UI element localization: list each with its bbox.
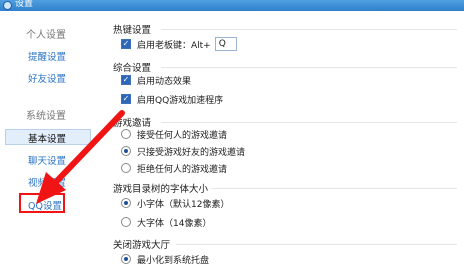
sidebar-group-personal: 个人设置 bbox=[26, 30, 66, 41]
dynamic-effects-label: 启用动态效果 bbox=[137, 76, 192, 87]
app-icon bbox=[3, 1, 12, 10]
qq-accel-label: 启用QQ游戏加速程序 bbox=[137, 95, 224, 106]
invite-reject-label: 拒绝任何人的游戏邀请 bbox=[137, 164, 228, 175]
font-small-label: 小字体（默认12像素） bbox=[137, 199, 230, 210]
qq-accel-option: ✓ 启用QQ游戏加速程序 bbox=[121, 93, 224, 106]
sidebar-item-chat[interactable]: 聊天设置 bbox=[28, 153, 66, 167]
section-general-line bbox=[161, 67, 457, 68]
settings-panel: 热键设置 ✓ 启用老板键：Alt+ Q 综合设置 ✓ 启用动态效果 ✓ 启用QQ… bbox=[101, 11, 464, 268]
section-general-title: 综合设置 bbox=[113, 63, 152, 74]
dynamic-effects-option: ✓ 启用动态效果 bbox=[121, 74, 192, 87]
dynamic-effects-checkbox[interactable]: ✓ bbox=[121, 75, 131, 85]
section-hotkey-title: 热键设置 bbox=[113, 25, 152, 36]
qq-accel-checkbox[interactable]: ✓ bbox=[121, 94, 131, 104]
invite-friends-option[interactable]: 只接受游戏好友的游戏邀请 bbox=[121, 145, 246, 158]
section-close-line bbox=[176, 244, 457, 245]
sidebar-item-basic-label: 基本设置 bbox=[28, 134, 67, 145]
minimize-tray-label: 最小化到系统托盘 bbox=[137, 255, 210, 266]
invite-all-radio[interactable] bbox=[121, 129, 131, 139]
section-close-title: 关闭游戏大厅 bbox=[113, 240, 171, 251]
window-title: 设置 bbox=[15, 0, 34, 9]
font-large-option[interactable]: 大字体（14像素） bbox=[121, 216, 212, 229]
minimize-tray-radio[interactable] bbox=[121, 254, 131, 264]
font-small-option[interactable]: 小字体（默认12像素） bbox=[121, 197, 230, 210]
font-large-label: 大字体（14像素） bbox=[137, 218, 212, 229]
section-invite-line bbox=[161, 122, 457, 123]
invite-friends-label: 只接受游戏好友的游戏邀请 bbox=[137, 147, 246, 158]
invite-all-option[interactable]: 接受任何人的游戏邀请 bbox=[121, 128, 228, 141]
sidebar-group-system: 系统设置 bbox=[26, 111, 66, 122]
sidebar-item-reminder[interactable]: 提醒设置 bbox=[28, 49, 66, 63]
minimize-tray-option[interactable]: 最小化到系统托盘 bbox=[121, 253, 210, 266]
qq-setting-highlight-box bbox=[19, 193, 65, 213]
invite-reject-radio[interactable] bbox=[121, 163, 131, 173]
font-large-radio[interactable] bbox=[121, 217, 131, 227]
section-hotkey-line bbox=[161, 29, 457, 30]
boss-key-input[interactable]: Q bbox=[214, 37, 237, 51]
invite-friends-radio[interactable] bbox=[121, 146, 131, 156]
sidebar-item-video[interactable]: 视频设置 bbox=[28, 175, 66, 189]
boss-key-label: 启用老板键：Alt+ bbox=[137, 40, 211, 51]
boss-key-checkbox[interactable]: ✓ bbox=[121, 39, 131, 49]
boss-key-option: ✓ 启用老板键：Alt+ Q bbox=[121, 37, 237, 51]
sidebar-item-friends[interactable]: 好友设置 bbox=[28, 71, 66, 85]
title-bar: 设置 bbox=[0, 0, 464, 11]
sidebar-item-basic[interactable]: 基本设置 bbox=[5, 129, 91, 145]
font-small-radio[interactable] bbox=[121, 198, 131, 208]
section-font-line bbox=[211, 188, 457, 189]
invite-all-label: 接受任何人的游戏邀请 bbox=[137, 130, 228, 141]
section-font-title: 游戏目录树的字体大小 bbox=[113, 184, 209, 195]
invite-reject-option[interactable]: 拒绝任何人的游戏邀请 bbox=[121, 162, 228, 175]
